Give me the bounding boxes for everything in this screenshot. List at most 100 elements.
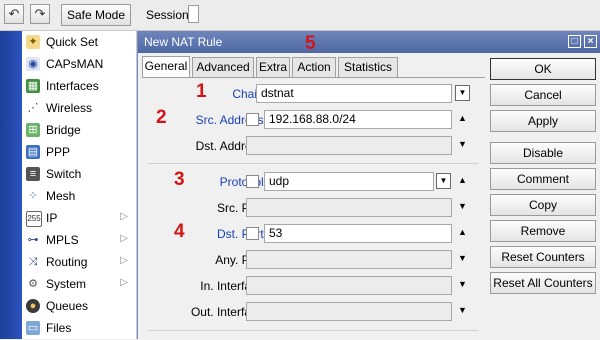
- ip-icon: 255: [26, 211, 42, 227]
- redo-icon[interactable]: ↷: [30, 4, 50, 24]
- system-icon: ⚙: [28, 278, 38, 290]
- sidebar-item-routing[interactable]: ⤨ Routing ▷: [22, 251, 136, 273]
- top-toolbar: ↶ ↷ Safe Mode Session:: [0, 0, 600, 31]
- tab-statistics[interactable]: Statistics: [338, 57, 398, 77]
- src-address-row: 2 Src. Address: 192.168.88.0/24 ▲: [142, 107, 485, 131]
- tab-action[interactable]: Action: [292, 57, 336, 77]
- undo-icon[interactable]: ↶: [4, 4, 24, 24]
- protocol-dropdown-icon[interactable]: ▼: [436, 173, 451, 189]
- sidebar-item-bridge[interactable]: ⊞ Bridge: [22, 119, 136, 141]
- files-icon: ▭: [26, 321, 40, 335]
- expand-down-icon[interactable]: ▼: [458, 253, 467, 263]
- sidebar-item-label: IP: [46, 211, 58, 225]
- capsman-icon: ◉: [26, 57, 40, 71]
- interfaces-icon: ▦: [26, 79, 40, 93]
- dst-port-field[interactable]: 53: [264, 224, 452, 243]
- sidebar-item-label: Wireless: [46, 101, 93, 115]
- section-divider: [148, 330, 478, 331]
- ok-button[interactable]: OK: [490, 58, 596, 80]
- apply-button[interactable]: Apply: [490, 110, 596, 132]
- reset-counters-button[interactable]: Reset Counters: [490, 246, 596, 268]
- collapse-up-icon[interactable]: ▲: [458, 113, 467, 123]
- protocol-label: Protocol:: [219, 175, 267, 189]
- sidebar-item-switch[interactable]: ≡ Switch: [22, 163, 136, 185]
- comment-button[interactable]: Comment: [490, 168, 596, 190]
- dialog-title-bar[interactable]: New NAT Rule □ ×: [138, 31, 600, 53]
- chain-dropdown-icon[interactable]: ▼: [455, 85, 470, 101]
- sidebar-item-files[interactable]: ▭ Files: [22, 317, 136, 339]
- out-interface-field[interactable]: [246, 302, 452, 321]
- expand-down-icon[interactable]: ▼: [458, 305, 467, 315]
- src-address-negate-checkbox[interactable]: [246, 113, 259, 126]
- close-icon[interactable]: ×: [584, 35, 597, 48]
- sidebar-item-label: Routing: [46, 255, 88, 269]
- session-label: Session:: [146, 8, 193, 22]
- src-port-row: Src. Port: ▼: [142, 197, 485, 219]
- collapse-up-icon[interactable]: ▲: [458, 175, 467, 185]
- disable-button[interactable]: Disable: [490, 142, 596, 164]
- sidebar-item-quick-set[interactable]: ✦ Quick Set: [22, 31, 136, 53]
- sidebar-item-label: Mesh: [46, 189, 76, 203]
- sidebar-item-mesh[interactable]: ⁘ Mesh: [22, 185, 136, 207]
- sidebar-item-label: MPLS: [46, 233, 79, 247]
- sidebar-item-interfaces[interactable]: ▦ Interfaces: [22, 75, 136, 97]
- routing-icon: ⤨: [28, 256, 38, 268]
- tab-general[interactable]: General: [142, 56, 190, 78]
- mpls-icon: ⊶: [27, 234, 39, 246]
- expand-down-icon[interactable]: ▼: [458, 139, 467, 149]
- in-interface-field[interactable]: [246, 276, 452, 295]
- sidebar-item-ip[interactable]: 255 IP ▷: [22, 207, 136, 229]
- mesh-icon: ⁘: [28, 190, 38, 202]
- tab-advanced[interactable]: Advanced: [192, 57, 254, 77]
- sidebar-item-label: PPP: [46, 145, 71, 159]
- sidebar-item-queues[interactable]: ● Queues: [22, 295, 136, 317]
- queues-icon: ●: [26, 299, 40, 313]
- sidebar-item-label: Interfaces: [46, 79, 99, 93]
- submenu-arrow-icon: ▷: [120, 233, 128, 244]
- tab-extra[interactable]: Extra: [256, 57, 290, 77]
- sidebar-item-label: Files: [46, 321, 72, 335]
- expand-down-icon[interactable]: ▼: [458, 279, 467, 289]
- copy-button[interactable]: Copy: [490, 194, 596, 216]
- sidebar-item-ppp[interactable]: ▤ PPP: [22, 141, 136, 163]
- sidebar-item-label: System: [46, 277, 87, 291]
- ppp-icon: ▤: [26, 145, 40, 159]
- dst-port-label: Dst. Port:: [216, 227, 267, 241]
- dst-port-negate-checkbox[interactable]: [246, 227, 259, 240]
- wireless-icon: ⋰: [27, 102, 39, 114]
- submenu-arrow-icon: ▷: [120, 211, 128, 222]
- annotation-number-2: 2: [156, 107, 167, 128]
- collapse-up-icon[interactable]: ▲: [458, 227, 467, 237]
- switch-icon: ≡: [26, 167, 40, 181]
- src-address-field[interactable]: 192.168.88.0/24: [264, 110, 452, 129]
- in-interface-row: In. Interface: ▼: [142, 275, 485, 297]
- chain-field[interactable]: dstnat: [256, 84, 452, 103]
- remove-button[interactable]: Remove: [490, 220, 596, 242]
- annotation-number-3: 3: [174, 169, 185, 190]
- chain-row: 1 Chain: dstnat ▼: [142, 81, 485, 105]
- sidebar-item-capsman[interactable]: ◉ CAPsMAN: [22, 53, 136, 75]
- session-field[interactable]: [188, 5, 199, 23]
- any-port-field[interactable]: [246, 250, 452, 269]
- sidebar-item-wireless[interactable]: ⋰ Wireless: [22, 97, 136, 119]
- quick-set-icon: ✦: [26, 35, 40, 49]
- protocol-row: 3 Protocol: udp ▼ ▲: [142, 169, 485, 193]
- protocol-field[interactable]: udp: [264, 172, 434, 191]
- sidebar-item-label: Switch: [46, 167, 82, 181]
- reset-all-counters-button[interactable]: Reset All Counters: [490, 272, 596, 294]
- dst-address-field[interactable]: [246, 136, 452, 155]
- protocol-negate-checkbox[interactable]: [246, 175, 259, 188]
- cancel-button[interactable]: Cancel: [490, 84, 596, 106]
- sidebar-item-system[interactable]: ⚙ System ▷: [22, 273, 136, 295]
- expand-down-icon[interactable]: ▼: [458, 201, 467, 211]
- new-nat-rule-dialog: New NAT Rule □ × General Advanced Extra …: [137, 31, 600, 340]
- maximize-icon[interactable]: □: [568, 35, 581, 48]
- annotation-number-5: 5: [305, 33, 316, 54]
- sidebar-item-mpls[interactable]: ⊶ MPLS ▷: [22, 229, 136, 251]
- sidebar-item-label: Quick Set: [46, 35, 99, 49]
- sidebar-item-label: CAPsMAN: [46, 57, 104, 71]
- sidebar-item-label: Bridge: [46, 123, 81, 137]
- submenu-arrow-icon: ▷: [120, 255, 128, 266]
- safe-mode-button[interactable]: Safe Mode: [61, 4, 131, 26]
- src-port-field[interactable]: [246, 198, 452, 217]
